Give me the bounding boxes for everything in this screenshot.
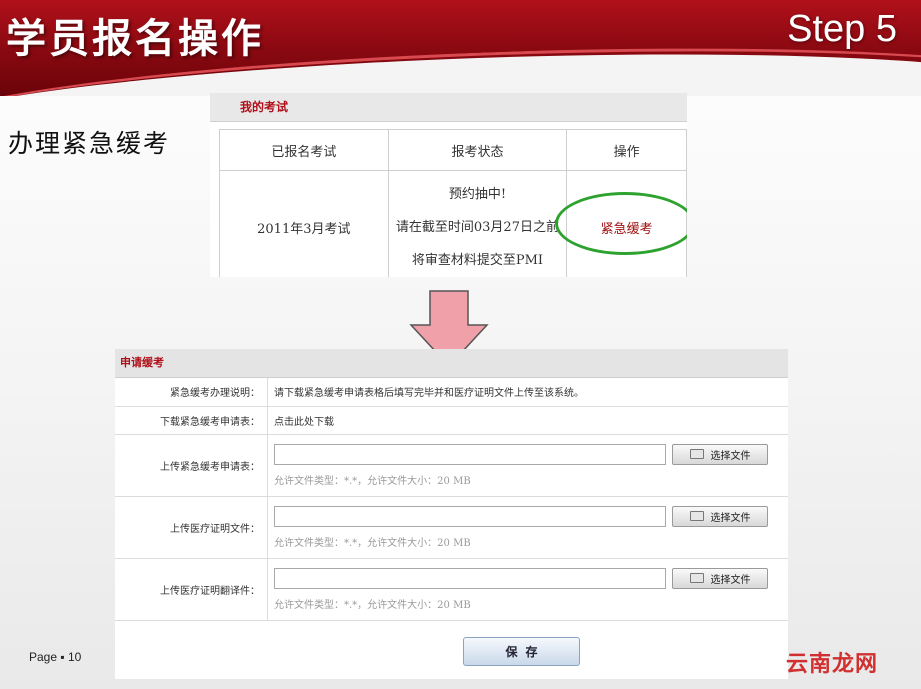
form-title: 申请缓考 bbox=[115, 349, 788, 378]
status-line: 预约抽中! bbox=[448, 186, 507, 202]
file-icon bbox=[689, 511, 704, 521]
field-label: 下载紧急缓考申请表： bbox=[115, 406, 268, 435]
form-row-upload-medical: 上传医疗证明文件： 选择文件 允许文件类型：*.*，允许文件大小：20 MB bbox=[115, 496, 788, 559]
file-hint: 允许文件类型：*.*，允许文件大小：20 MB bbox=[274, 537, 471, 549]
field-label: 上传紧急缓考申请表： bbox=[115, 434, 268, 497]
column-header-status: 报考状态 bbox=[387, 129, 568, 171]
field-label: 紧急缓考办理说明： bbox=[115, 378, 268, 407]
choose-file-label: 选择文件 bbox=[710, 512, 751, 524]
deferral-application-form: 申请缓考 紧急缓考办理说明： 请下载紧急缓考申请表格后填写完毕并和医疗证明文件上… bbox=[115, 349, 788, 679]
field-label: 上传医疗证明翻译件： bbox=[115, 558, 268, 621]
choose-file-button[interactable]: 选择文件 bbox=[672, 567, 768, 589]
save-button[interactable]: 保存 bbox=[463, 637, 580, 666]
form-row-instructions: 紧急缓考办理说明： 请下载紧急缓考申请表格后填写完毕并和医疗证明文件上传至该系统… bbox=[115, 378, 788, 407]
column-header-action: 操作 bbox=[566, 129, 687, 171]
page-number: Page ▪ 10 bbox=[29, 650, 82, 664]
choose-file-button[interactable]: 选择文件 bbox=[672, 443, 768, 465]
my-exams-panel: 我的考试 已报名考试 报考状态 操作 2011年3月考试 预约抽中! 请在截至时… bbox=[210, 93, 687, 277]
medical-file-input[interactable] bbox=[274, 505, 666, 527]
choose-file-button[interactable]: 选择文件 bbox=[672, 505, 768, 527]
highlight-circle bbox=[555, 192, 687, 255]
translation-file-input[interactable] bbox=[274, 567, 666, 589]
download-link[interactable]: 点击此处下载 bbox=[267, 406, 788, 435]
form-row-download: 下载紧急缓考申请表： 点击此处下载 bbox=[115, 406, 788, 435]
field-label: 上传医疗证明文件： bbox=[115, 496, 268, 559]
exam-name-cell: 2011年3月考试 bbox=[219, 170, 389, 277]
form-table: 紧急缓考办理说明： 请下载紧急缓考申请表格后填写完毕并和医疗证明文件上传至该系统… bbox=[115, 378, 788, 621]
application-file-input[interactable] bbox=[274, 443, 666, 465]
form-row-upload-translation: 上传医疗证明翻译件： 选择文件 允许文件类型：*.*，允许文件大小：20 MB bbox=[115, 558, 788, 621]
file-hint: 允许文件类型：*.*，允许文件大小：20 MB bbox=[274, 599, 471, 611]
choose-file-label: 选择文件 bbox=[710, 450, 751, 462]
slide-title: 学员报名操作 bbox=[6, 16, 264, 62]
file-hint: 允许文件类型：*.*，允许文件大小：20 MB bbox=[274, 475, 471, 487]
status-line: 请在截至时间03月27日之前 bbox=[395, 219, 559, 235]
slide-subtitle: 办理紧急缓考 bbox=[8, 129, 171, 158]
my-exams-title: 我的考试 bbox=[210, 93, 687, 122]
file-icon bbox=[689, 449, 704, 459]
column-header-exam: 已报名考试 bbox=[219, 129, 389, 171]
step-label: Step 5 bbox=[787, 8, 897, 50]
watermark-logo: 云南龙网 bbox=[786, 652, 879, 677]
table-header-row: 已报名考试 报考状态 操作 bbox=[219, 129, 687, 171]
form-row-upload-application: 上传紧急缓考申请表： 选择文件 允许文件类型：*.*，允许文件大小：20 MB bbox=[115, 434, 788, 497]
choose-file-label: 选择文件 bbox=[710, 574, 751, 586]
file-icon bbox=[689, 573, 704, 583]
exam-status-cell: 预约抽中! 请在截至时间03月27日之前 将审查材料提交至PMI bbox=[387, 170, 568, 277]
instructions-text: 请下载紧急缓考申请表格后填写完毕并和医疗证明文件上传至该系统。 bbox=[267, 378, 788, 407]
status-line: 将审查材料提交至PMI bbox=[411, 252, 544, 268]
